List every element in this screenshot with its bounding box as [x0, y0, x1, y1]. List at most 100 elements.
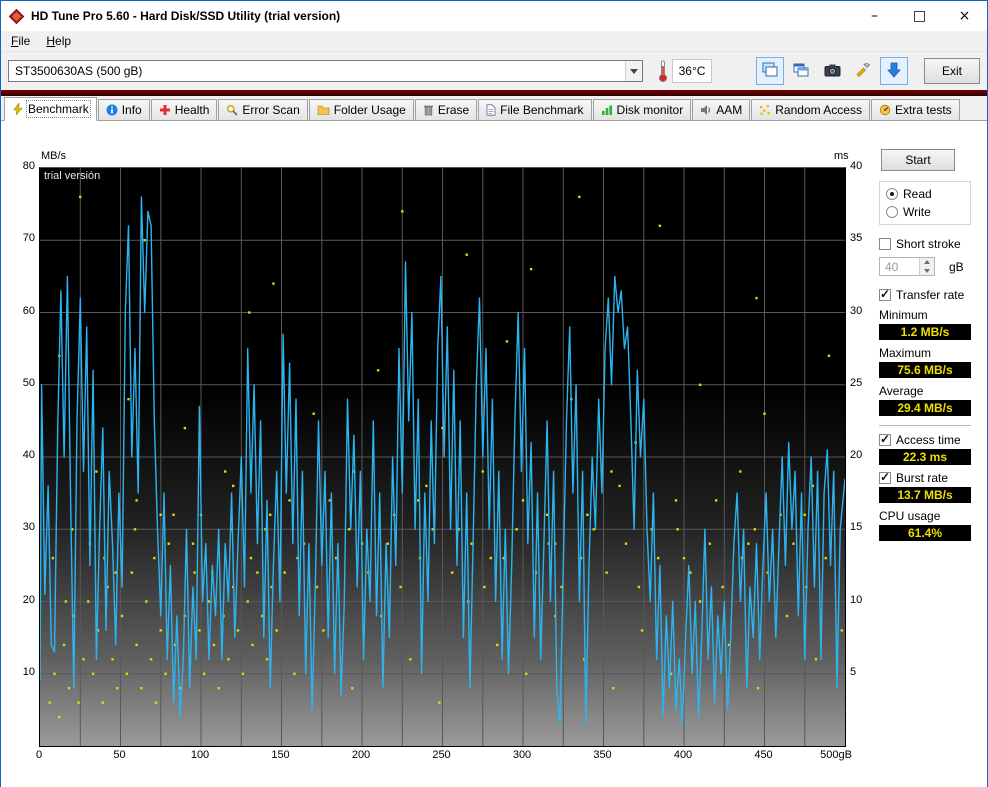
short-stroke-label: Short stroke [896, 237, 961, 251]
benchmark-chart: trial versión [39, 167, 846, 747]
copy-window-icon [793, 62, 809, 81]
checkbox-icon [879, 287, 891, 301]
thermometer-icon [657, 59, 669, 83]
right-axis-tick: 40 [850, 160, 863, 172]
x-axis-tick: 400 [673, 749, 693, 761]
left-axis-tick: 10 [22, 665, 35, 678]
tab-benchmark[interactable]: Benchmark [4, 97, 97, 121]
x-axis-tick: 150 [271, 749, 290, 761]
right-axis-tick: 35 [850, 232, 863, 245]
drive-select-value: ST3500630AS (500 gB) [15, 64, 143, 78]
trial-watermark: trial versión [44, 170, 101, 182]
left-axis-tick: 50 [22, 376, 35, 389]
menu-help[interactable]: Help [38, 32, 79, 50]
close-button[interactable]: × [942, 1, 987, 31]
titlebar: HD Tune Pro 5.60 - Hard Disk/SSD Utility… [1, 1, 987, 31]
burst-rate-label: Burst rate [896, 471, 949, 485]
toolbar-buttons [756, 57, 908, 85]
benchmark-panel: MB/s ms trial versión Start Read Write S… [1, 121, 987, 787]
monitor-icon [601, 104, 613, 116]
tab-disk-monitor[interactable]: Disk monitor [592, 99, 692, 120]
save-results-button[interactable] [880, 57, 908, 85]
panel-separator [879, 425, 971, 427]
right-axis-tick: 30 [850, 304, 863, 317]
access-time-checkbox[interactable]: Access time [879, 432, 971, 447]
x-axis-tick: 450 [754, 749, 773, 761]
toolbar: ST3500630AS (500 gB) 36°C Exit [1, 52, 987, 90]
tab-health[interactable]: Health [150, 99, 218, 120]
info-icon [106, 104, 118, 116]
tab-file-benchmark[interactable]: File Benchmark [478, 99, 592, 120]
checkbox-icon [879, 470, 891, 484]
x-axis-tick: 0 [35, 749, 43, 761]
x-axis-tick: 200 [351, 749, 371, 761]
maximum-value: 75.6 MB/s [879, 362, 971, 378]
short-stroke-size-input[interactable]: 40 [879, 257, 935, 276]
read-radio-label: Read [903, 187, 932, 201]
right-axis-tick: 15 [850, 521, 863, 534]
options-button[interactable] [849, 57, 877, 85]
x-axis-tick: 50 [113, 749, 126, 761]
copy-screenshot-button[interactable] [756, 57, 784, 85]
tab-label: Folder Usage [333, 103, 406, 117]
spinner-buttons[interactable] [919, 258, 934, 275]
temperature-display: 36°C [672, 59, 712, 83]
tab-random-access[interactable]: Random Access [751, 99, 870, 120]
chart-canvas [40, 168, 845, 746]
minimize-button[interactable]: – [852, 1, 897, 31]
checkbox-icon [879, 238, 891, 250]
tab-info[interactable]: Info [97, 99, 150, 120]
down-arrow-icon [887, 62, 901, 81]
benchmark-icon [12, 103, 24, 115]
radio-icon [886, 206, 898, 218]
short-stroke-checkbox[interactable]: Short stroke [879, 237, 971, 251]
left-axis-tick: 30 [22, 521, 35, 534]
tab-extra-tests[interactable]: Extra tests [870, 99, 960, 120]
access-time-label: Access time [896, 433, 961, 447]
average-value: 29.4 MB/s [879, 400, 971, 416]
tab-error-scan[interactable]: Error Scan [218, 99, 308, 120]
short-stroke-size-value: 40 [885, 260, 899, 274]
left-axis-tick: 70 [22, 232, 35, 245]
right-axis-tick: 25 [850, 376, 863, 389]
left-axis-tick: 40 [22, 449, 35, 461]
left-axis-tick: 80 [22, 160, 35, 172]
drive-select[interactable]: ST3500630AS (500 gB) [8, 60, 643, 82]
cpu-usage-value: 61.4% [879, 525, 971, 541]
folder-icon [317, 104, 330, 116]
file-icon [486, 104, 496, 116]
x-axis-tick: 500gB [820, 749, 852, 761]
tab-aam[interactable]: AAM [692, 99, 751, 120]
access-time-value: 22.3 ms [879, 449, 971, 465]
window-controls: – □ × [852, 1, 987, 31]
menu-file[interactable]: File [3, 32, 38, 50]
tab-erase[interactable]: Erase [414, 99, 478, 120]
x-axis-tick: 350 [593, 749, 612, 761]
spin-up-button [920, 258, 934, 267]
write-radio-label: Write [903, 205, 931, 219]
read-radio[interactable]: Read [886, 187, 964, 201]
camera-button[interactable] [818, 57, 846, 85]
spin-down-button [920, 266, 934, 275]
burst-rate-checkbox[interactable]: Burst rate [879, 470, 971, 485]
random-icon [759, 104, 771, 116]
exit-button[interactable]: Exit [924, 58, 980, 84]
start-button[interactable]: Start [881, 149, 955, 171]
burst-rate-value: 13.7 MB/s [879, 487, 971, 503]
window-title: HD Tune Pro 5.60 - Hard Disk/SSD Utility… [31, 9, 341, 23]
transfer-rate-label: Transfer rate [896, 288, 965, 302]
camera-icon [824, 63, 841, 80]
tab-label: Erase [437, 103, 470, 117]
radio-icon [886, 188, 898, 200]
maximize-button[interactable]: □ [897, 1, 942, 31]
extra-icon [879, 104, 891, 116]
copy-window-button[interactable] [787, 57, 815, 85]
capacity-unit-label: gB [949, 259, 964, 274]
maximum-label: Maximum [879, 346, 932, 360]
erase-icon [423, 104, 434, 116]
write-radio[interactable]: Write [886, 205, 964, 219]
transfer-rate-checkbox[interactable]: Transfer rate [879, 287, 971, 302]
read-write-group: Read Write [879, 181, 971, 225]
speaker-icon [700, 104, 712, 116]
tab-folder-usage[interactable]: Folder Usage [308, 99, 414, 120]
